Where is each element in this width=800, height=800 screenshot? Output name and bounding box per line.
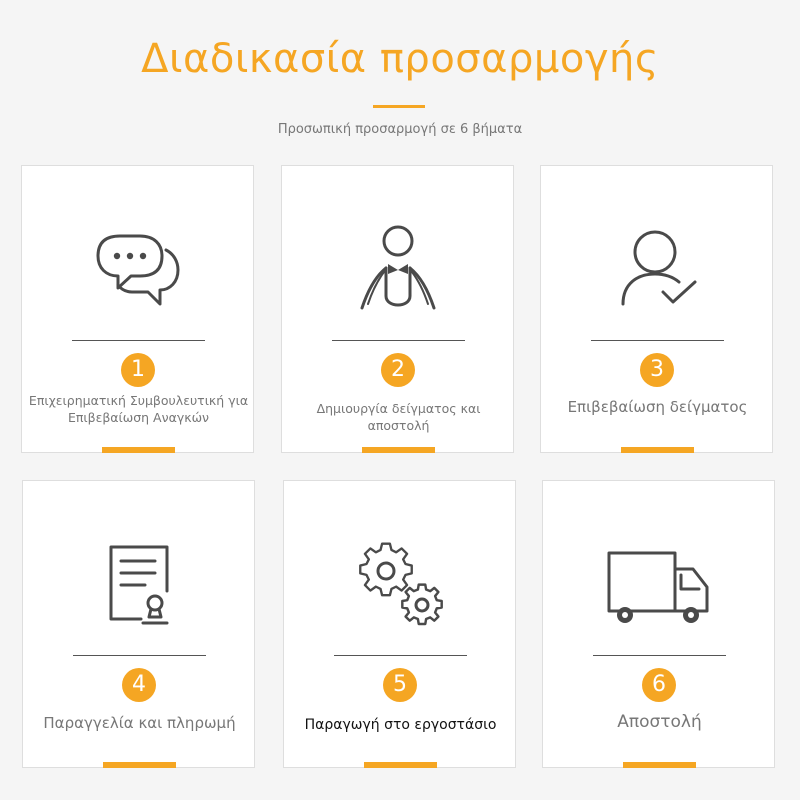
step-divider	[593, 655, 726, 656]
step-number-badge: 1	[121, 353, 155, 387]
step-card-3: 3 Επιβεβαίωση δείγματος	[540, 165, 773, 453]
step-label: Επιβεβαίωση δείγματος	[567, 398, 748, 416]
step-divider	[334, 655, 467, 656]
page-subtitle: Προσωπική προσαρμογή σε 6 βήματα	[277, 122, 523, 137]
step-label: Δημιουργία δείγματος και αποστολή	[316, 401, 481, 433]
step-accent-bar	[621, 447, 694, 453]
step-accent-bar	[364, 762, 437, 768]
step-number-badge: 4	[122, 668, 156, 702]
step-divider	[332, 340, 465, 341]
step-label: Επιχειρηματική Συμβουλευτική για Επιβεβα…	[28, 393, 249, 425]
step-number-badge: 2	[381, 353, 415, 387]
page-title: Διαδικασία προσαρμογής	[141, 36, 659, 82]
chat-bubbles-icon	[88, 224, 188, 316]
delivery-truck-icon	[605, 539, 713, 631]
step-card-2: 2 Δημιουργία δείγματος και αποστολή	[281, 165, 514, 453]
step-number-badge: 3	[640, 353, 674, 387]
step-divider	[73, 655, 206, 656]
step-card-4: 4 Παραγγελία και πληρωμή	[22, 480, 255, 768]
step-label: Παραγγελία και πληρωμή	[43, 714, 236, 732]
step-accent-bar	[362, 447, 435, 453]
step-number-badge: 6	[642, 668, 676, 702]
user-check-icon	[607, 224, 707, 316]
step-label: Αποστολή	[617, 712, 702, 732]
title-underline	[373, 105, 425, 108]
step-card-5: 5 Παραγωγή στο εργοστάσιο	[283, 480, 516, 768]
step-card-6: 6 Αποστολή	[542, 480, 775, 768]
step-label: Παραγωγή στο εργοστάσιο	[304, 717, 497, 733]
order-document-icon	[89, 539, 189, 631]
step-divider	[72, 340, 205, 341]
step-divider	[591, 340, 724, 341]
step-accent-bar	[623, 762, 696, 768]
step-card-1: 1 Επιχειρηματική Συμβουλευτική για Επιβε…	[21, 165, 254, 453]
step-accent-bar	[103, 762, 176, 768]
tailor-mannequin-icon	[348, 224, 448, 316]
step-accent-bar	[102, 447, 175, 453]
step-number-badge: 5	[383, 668, 417, 702]
gears-icon	[350, 539, 450, 631]
